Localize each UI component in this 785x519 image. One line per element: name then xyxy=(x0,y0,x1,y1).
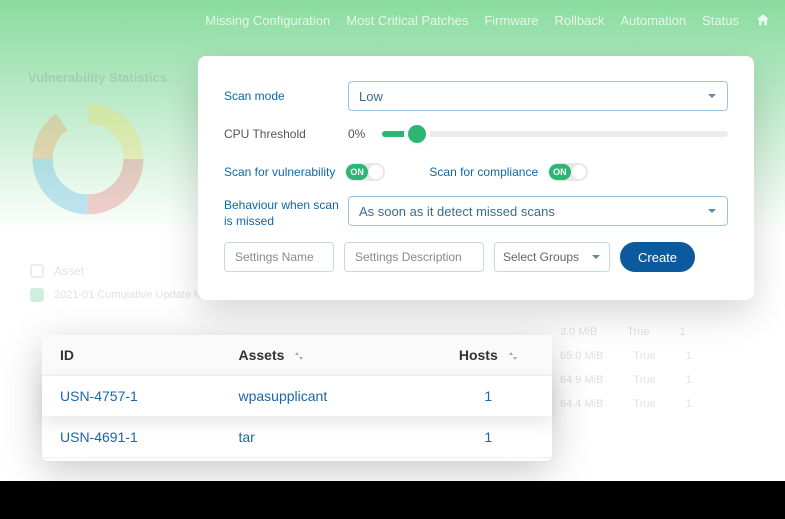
toggle-on-text: ON xyxy=(346,164,368,180)
cell-id: USN-4757-1 xyxy=(42,376,221,417)
cell-id: USN-4691-1 xyxy=(42,417,221,458)
col-assets[interactable]: Assets xyxy=(221,335,425,376)
count-cell: 1 xyxy=(686,398,692,410)
nav-missing-config[interactable]: Missing Configuration xyxy=(205,13,330,28)
scan-vulnerability-toggle[interactable]: ON xyxy=(345,163,385,181)
cell-hosts: 1 xyxy=(425,376,553,417)
sort-icon xyxy=(294,351,304,361)
table-row[interactable]: USN-4691-1 tar 1 xyxy=(42,417,552,458)
cell-asset: tar xyxy=(221,417,425,458)
scan-settings-modal: Scan mode Low CPU Threshold 0% Scan for … xyxy=(198,56,754,300)
size-cell: 65.0 MiB xyxy=(560,350,603,362)
size-cell: 3.0 MiB xyxy=(560,326,597,338)
vulnerability-table: ID Assets Hosts USN-4757-1 wpasupplicant… xyxy=(42,335,552,461)
home-icon[interactable] xyxy=(755,12,771,28)
toggle-on-text: ON xyxy=(549,164,571,180)
top-nav: Missing Configuration Most Critical Patc… xyxy=(0,6,785,34)
cpu-threshold-label: CPU Threshold xyxy=(224,127,348,141)
count-cell: 1 xyxy=(686,350,692,362)
nav-status[interactable]: Status xyxy=(702,13,739,28)
behaviour-select[interactable]: As soon as it detect missed scans xyxy=(348,196,728,226)
cell-hosts: 1 xyxy=(425,417,553,458)
create-button[interactable]: Create xyxy=(620,242,695,272)
select-groups-dropdown[interactable]: Select Groups xyxy=(494,242,610,272)
behaviour-label: Behaviour when scan is missed xyxy=(224,196,348,229)
col-id[interactable]: ID xyxy=(42,335,221,376)
nav-rollback[interactable]: Rollback xyxy=(555,13,605,28)
background-size-table: 3.0 MiB True 1 65.0 MiB True 1 64.9 MiB True 1… xyxy=(560,320,780,416)
flag-cell: True xyxy=(627,326,649,338)
flag-cell: True xyxy=(633,398,655,410)
footer-bar xyxy=(0,481,785,519)
size-cell: 64.9 MiB xyxy=(560,374,603,386)
nav-firmware[interactable]: Firmware xyxy=(484,13,538,28)
settings-name-input[interactable] xyxy=(224,242,334,272)
behaviour-value: As soon as it detect missed scans xyxy=(359,204,555,219)
scan-compliance-toggle[interactable]: ON xyxy=(548,163,588,181)
slider-knob[interactable] xyxy=(408,125,426,143)
nav-automation[interactable]: Automation xyxy=(620,13,686,28)
checkbox-checked-icon xyxy=(30,288,44,302)
checkbox-icon xyxy=(30,264,44,278)
chevron-down-icon xyxy=(707,91,717,101)
settings-description-input[interactable] xyxy=(344,242,484,272)
chevron-down-icon xyxy=(591,252,601,262)
chevron-down-icon xyxy=(707,206,717,216)
nav-critical-patches[interactable]: Most Critical Patches xyxy=(346,13,468,28)
col-hosts[interactable]: Hosts xyxy=(425,335,553,376)
count-cell: 1 xyxy=(686,374,692,386)
scan-vulnerability-label: Scan for vulnerability xyxy=(224,165,335,179)
donut-chart xyxy=(28,99,148,219)
table-row[interactable]: USN-4757-1 wpasupplicant 1 xyxy=(42,376,552,417)
sort-icon xyxy=(508,351,518,361)
scan-mode-select[interactable]: Low xyxy=(348,81,728,111)
cpu-threshold-slider[interactable] xyxy=(382,131,728,137)
scan-mode-label: Scan mode xyxy=(224,89,348,103)
scan-compliance-label: Scan for compliance xyxy=(429,165,538,179)
flag-cell: True xyxy=(633,350,655,362)
cpu-threshold-value: 0% xyxy=(348,127,372,141)
count-cell: 1 xyxy=(680,326,686,338)
scan-mode-value: Low xyxy=(359,89,383,104)
size-cell: 64.4 MiB xyxy=(560,398,603,410)
flag-cell: True xyxy=(633,374,655,386)
cell-asset: wpasupplicant xyxy=(221,376,425,417)
asset-column-header: Asset xyxy=(54,264,84,278)
select-groups-label: Select Groups xyxy=(503,250,579,264)
